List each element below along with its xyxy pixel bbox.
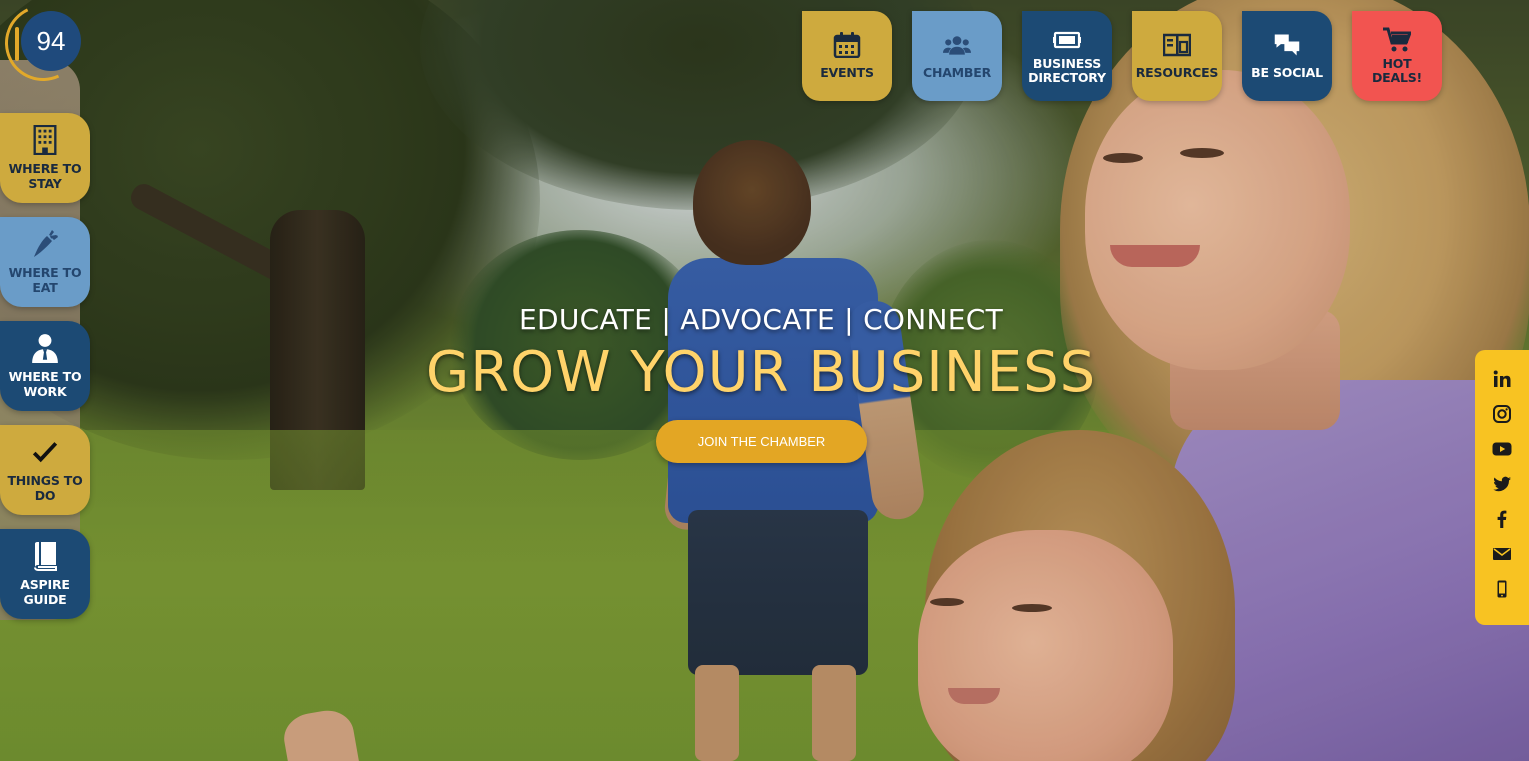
- nav-events-button[interactable]: EVENTS: [802, 11, 892, 101]
- book-icon: [34, 542, 57, 571]
- email-icon[interactable]: [1492, 544, 1512, 564]
- building-icon: [33, 125, 57, 155]
- instagram-icon[interactable]: [1492, 404, 1512, 424]
- nav-business-directory-button[interactable]: BUSINESS DIRECTORY: [1022, 11, 1112, 101]
- calendar-icon: [833, 32, 861, 58]
- logo-text: 94: [21, 11, 81, 71]
- top-navigation: EVENTS CHAMBER BUSINESS DIRECTORY RESOUR…: [802, 11, 1442, 101]
- side-where-to-stay-button[interactable]: WHERE TO STAY: [0, 113, 90, 203]
- nav-be-social-button[interactable]: BE SOCIAL: [1242, 11, 1332, 101]
- hero-headline: GROW YOUR BUSINESS: [425, 340, 1097, 405]
- hero-tagline: EDUCATE | ADVOCATE | CONNECT: [518, 303, 1004, 336]
- chat-bubbles-icon: [1274, 34, 1300, 56]
- nav-business-directory-label: BUSINESS DIRECTORY: [1028, 56, 1106, 85]
- side-aspire-guide-button[interactable]: ASPIRE GUIDE: [0, 529, 90, 619]
- nav-hot-deals-label: HOT DEALS!: [1371, 56, 1423, 85]
- linkedin-icon[interactable]: [1492, 369, 1512, 389]
- side-where-to-eat-button[interactable]: WHERE TO EAT: [0, 217, 90, 307]
- social-bar: [1475, 350, 1529, 625]
- nav-hot-deals-button[interactable]: HOT DEALS!: [1352, 11, 1442, 101]
- checkmark-icon: [32, 442, 58, 463]
- logo-i-mark: [15, 27, 19, 61]
- side-things-to-do-button[interactable]: THINGS TO DO: [0, 425, 90, 515]
- join-the-chamber-button[interactable]: JOIN THE CHAMBER: [656, 420, 867, 463]
- mobile-icon[interactable]: [1492, 579, 1512, 599]
- nav-resources-button[interactable]: RESOURCES: [1132, 11, 1222, 101]
- nav-be-social-label: BE SOCIAL: [1251, 65, 1323, 80]
- carrot-icon: [34, 230, 58, 257]
- side-where-to-stay-label: WHERE TO STAY: [8, 161, 82, 191]
- facebook-icon[interactable]: [1492, 509, 1512, 529]
- side-things-to-do-label: THINGS TO DO: [7, 473, 83, 503]
- nav-chamber-button[interactable]: CHAMBER: [912, 11, 1002, 101]
- cart-icon: [1383, 27, 1411, 52]
- book-open-icon: [1163, 33, 1191, 57]
- youtube-icon[interactable]: [1492, 439, 1512, 459]
- nav-chamber-label: CHAMBER: [922, 65, 992, 80]
- twitter-icon[interactable]: [1492, 474, 1512, 494]
- side-aspire-guide-label: ASPIRE GUIDE: [20, 577, 70, 607]
- side-where-to-eat-label: WHERE TO EAT: [8, 265, 82, 295]
- directory-icon: [1053, 31, 1081, 49]
- users-icon: [943, 36, 971, 55]
- site-logo[interactable]: 94: [0, 0, 92, 92]
- nav-events-label: EVENTS: [820, 65, 874, 80]
- nav-resources-label: RESOURCES: [1135, 65, 1219, 80]
